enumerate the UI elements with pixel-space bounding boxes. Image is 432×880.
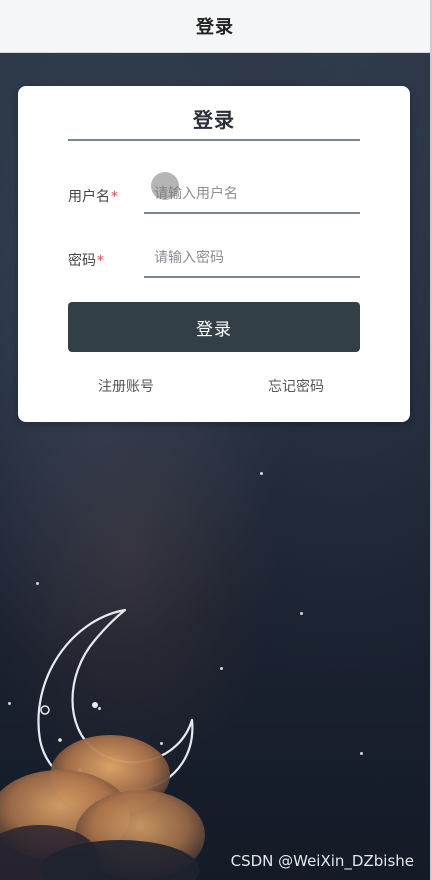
title-divider [68, 139, 360, 141]
password-label: 密码* [68, 253, 104, 269]
required-mark: * [97, 253, 104, 269]
login-button[interactable]: 登录 [68, 302, 360, 352]
forgot-password-link[interactable]: 忘记密码 [268, 376, 324, 396]
star [300, 612, 303, 615]
login-card-title: 登录 [193, 108, 235, 132]
star [36, 582, 39, 585]
password-input[interactable] [144, 240, 360, 278]
app-window: 登录 登录 用户名* 密码* 登录 注册账号 忘记密码 CSDN @WeiXin… [0, 0, 432, 880]
star [260, 472, 263, 475]
register-link[interactable]: 注册账号 [98, 376, 154, 396]
window-title: 登录 [196, 17, 234, 38]
star [360, 752, 363, 755]
password-row: 密码* [68, 240, 360, 280]
login-card: 登录 用户名* 密码* 登录 注册账号 忘记密码 [18, 86, 410, 422]
username-label: 用户名* [68, 189, 118, 205]
username-row: 用户名* [68, 176, 360, 216]
username-input[interactable] [144, 176, 360, 214]
cloud-illustration [0, 735, 205, 880]
required-mark: * [111, 189, 118, 205]
csdn-watermark: CSDN @WeiXin_DZbishe [230, 852, 414, 870]
title-bar: 登录 [0, 0, 430, 53]
star [8, 702, 11, 705]
star [220, 667, 223, 670]
